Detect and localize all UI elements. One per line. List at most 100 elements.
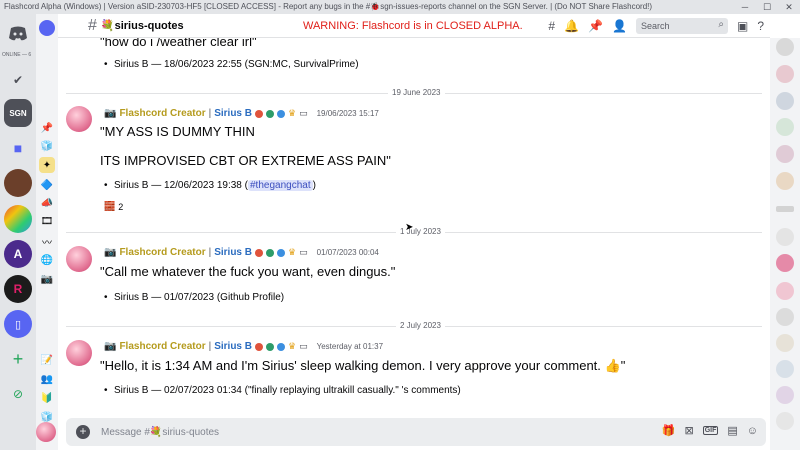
- channel-icon-5[interactable]: 📝: [39, 352, 55, 368]
- add-server-button[interactable]: +: [4, 345, 32, 373]
- username[interactable]: Sirius B: [214, 247, 252, 258]
- member-avatar[interactable]: [776, 334, 794, 352]
- user-avatar[interactable]: [36, 422, 56, 442]
- desktop-icon: ▭: [299, 108, 308, 118]
- member-avatar[interactable]: [776, 308, 794, 326]
- badge-icon: [266, 248, 274, 257]
- minimize-button[interactable]: ─: [734, 0, 756, 14]
- member-avatar[interactable]: [776, 228, 794, 246]
- role-name[interactable]: Flashcord Creator: [119, 341, 205, 352]
- role-name[interactable]: Flashcord Creator: [119, 108, 205, 119]
- server-avatar-1[interactable]: [4, 169, 32, 197]
- date-divider: 2 July 2023: [66, 321, 762, 330]
- window-controls: ─ ☐ ✕: [734, 0, 800, 14]
- message-attribution: Sirius B — 01/07/2023 (Github Profile): [104, 292, 284, 303]
- server-sgn[interactable]: SGN: [4, 99, 32, 127]
- role-icon: 📷: [104, 341, 117, 352]
- role-icon: 📷: [104, 247, 117, 258]
- inbox-icon[interactable]: ▣: [737, 19, 748, 33]
- channel-icon-4[interactable]: 〰: [39, 233, 55, 249]
- pin-icon[interactable]: 📌: [588, 19, 603, 33]
- folder-icon[interactable]: ■: [4, 134, 32, 162]
- message-input[interactable]: Message #💐sirius-quotes: [101, 427, 219, 438]
- member-avatar[interactable]: [776, 282, 794, 300]
- channel-icon-2[interactable]: 🔷: [39, 177, 55, 193]
- role-name[interactable]: Flashcord Creator: [119, 247, 205, 258]
- message-header: 📷 Flashcord Creator | Sirius B ♛ ▭ 19/06…: [104, 108, 379, 119]
- search-input[interactable]: Search ⌕: [635, 18, 728, 34]
- member-avatar[interactable]: [776, 118, 794, 136]
- username[interactable]: Sirius B: [214, 341, 252, 352]
- megaphone-icon[interactable]: 📣: [39, 195, 55, 211]
- member-avatar[interactable]: [776, 145, 794, 163]
- member-list: [770, 38, 800, 450]
- role-icon: 📷: [104, 108, 117, 119]
- sticker-icon[interactable]: ▤: [727, 424, 737, 437]
- server-avatar-4[interactable]: R: [4, 275, 32, 303]
- nitro-disabled-icon[interactable]: ⊠: [684, 424, 693, 437]
- badge-icon: [266, 109, 274, 118]
- member-avatar[interactable]: [776, 38, 794, 56]
- emoji-icon[interactable]: ☺: [747, 425, 758, 437]
- name-separator: |: [208, 247, 212, 258]
- members-icon[interactable]: 👤: [612, 19, 627, 33]
- gift-icon[interactable]: 🎁: [662, 424, 676, 437]
- message-list[interactable]: "how do i /weather clear irl" Sirius B —…: [58, 38, 770, 410]
- attach-button[interactable]: +: [76, 425, 90, 439]
- member-avatar[interactable]: [776, 65, 794, 83]
- reaction-emoji: 🧱: [104, 201, 116, 211]
- badge-icon: [277, 248, 285, 257]
- server-list: ONLINE — 6 ✔ SGN ■ A R ▯ + ⊘: [0, 14, 36, 450]
- crown-icon: ♛: [288, 341, 297, 351]
- reaction[interactable]: 🧱 2: [104, 201, 123, 212]
- message-attribution: Sirius B — 12/06/2023 19:38 (#thegangcha…: [104, 180, 316, 191]
- member-avatar[interactable]: [776, 360, 794, 378]
- pin-icon[interactable]: 📌: [39, 120, 55, 136]
- avatar[interactable]: [66, 246, 92, 272]
- threads-icon[interactable]: #: [548, 19, 555, 33]
- window-title: Flashcord Alpha (Windows) | Version aSID…: [4, 2, 653, 11]
- message-timestamp: 19/06/2023 15:17: [316, 109, 379, 118]
- search-placeholder: Search: [640, 21, 670, 31]
- read-all-icon[interactable]: ✔: [4, 66, 32, 94]
- attribution-text: Sirius B — 12/06/2023 19:38 (: [114, 180, 248, 191]
- channel-icon-6[interactable]: 👥: [39, 371, 55, 387]
- online-count: ONLINE — 6: [2, 52, 32, 58]
- camera-icon[interactable]: 📷: [39, 271, 55, 287]
- member-avatar[interactable]: [776, 412, 794, 430]
- message-quote: "Call me whatever the fuck you want, eve…: [100, 264, 396, 279]
- member-avatar[interactable]: [776, 386, 794, 404]
- composer-toolbar: 🎁 ⊠ GIF ▤ ☺: [662, 424, 758, 438]
- globe-icon[interactable]: 🌐: [39, 252, 55, 268]
- gif-button[interactable]: GIF: [702, 426, 719, 435]
- channel-icon-active[interactable]: ✦: [39, 157, 55, 173]
- channel-icon-1[interactable]: 🧊: [39, 138, 55, 154]
- message-header: 📷 Flashcord Creator | Sirius B ♛ ▭ 01/07…: [104, 247, 379, 258]
- avatar[interactable]: [66, 340, 92, 366]
- username[interactable]: Sirius B: [214, 108, 252, 119]
- server-avatar-2[interactable]: [4, 205, 32, 233]
- name-separator: |: [208, 108, 212, 119]
- close-button[interactable]: ✕: [778, 0, 800, 14]
- channel-icon-7[interactable]: 🔰: [39, 390, 55, 406]
- server-avatar-3[interactable]: A: [4, 240, 32, 268]
- emoji-icon[interactable]: [39, 20, 55, 36]
- badge-icon: [277, 342, 285, 351]
- member-avatar[interactable]: [776, 254, 794, 272]
- add-server-label: +: [12, 348, 24, 369]
- compass-icon[interactable]: ⊘: [4, 380, 32, 408]
- avatar[interactable]: [66, 106, 92, 132]
- home-button[interactable]: [4, 20, 32, 48]
- member-avatar[interactable]: [776, 172, 794, 190]
- channel-hash-icon: #: [88, 16, 97, 34]
- bell-icon[interactable]: 🔔: [564, 19, 579, 33]
- channel-icon-3[interactable]: 🎞: [39, 213, 55, 229]
- channel-mention[interactable]: #thegangchat: [247, 180, 313, 191]
- message-timestamp: Yesterday at 01:37: [316, 342, 384, 351]
- member-avatar[interactable]: [776, 92, 794, 110]
- help-icon[interactable]: ?: [757, 19, 764, 33]
- server-avatar-5[interactable]: ▯: [4, 310, 32, 338]
- crown-icon: ♛: [288, 247, 297, 257]
- maximize-button[interactable]: ☐: [756, 0, 778, 14]
- message-composer[interactable]: + Message #💐sirius-quotes 🎁 ⊠ GIF ▤ ☺: [66, 418, 766, 446]
